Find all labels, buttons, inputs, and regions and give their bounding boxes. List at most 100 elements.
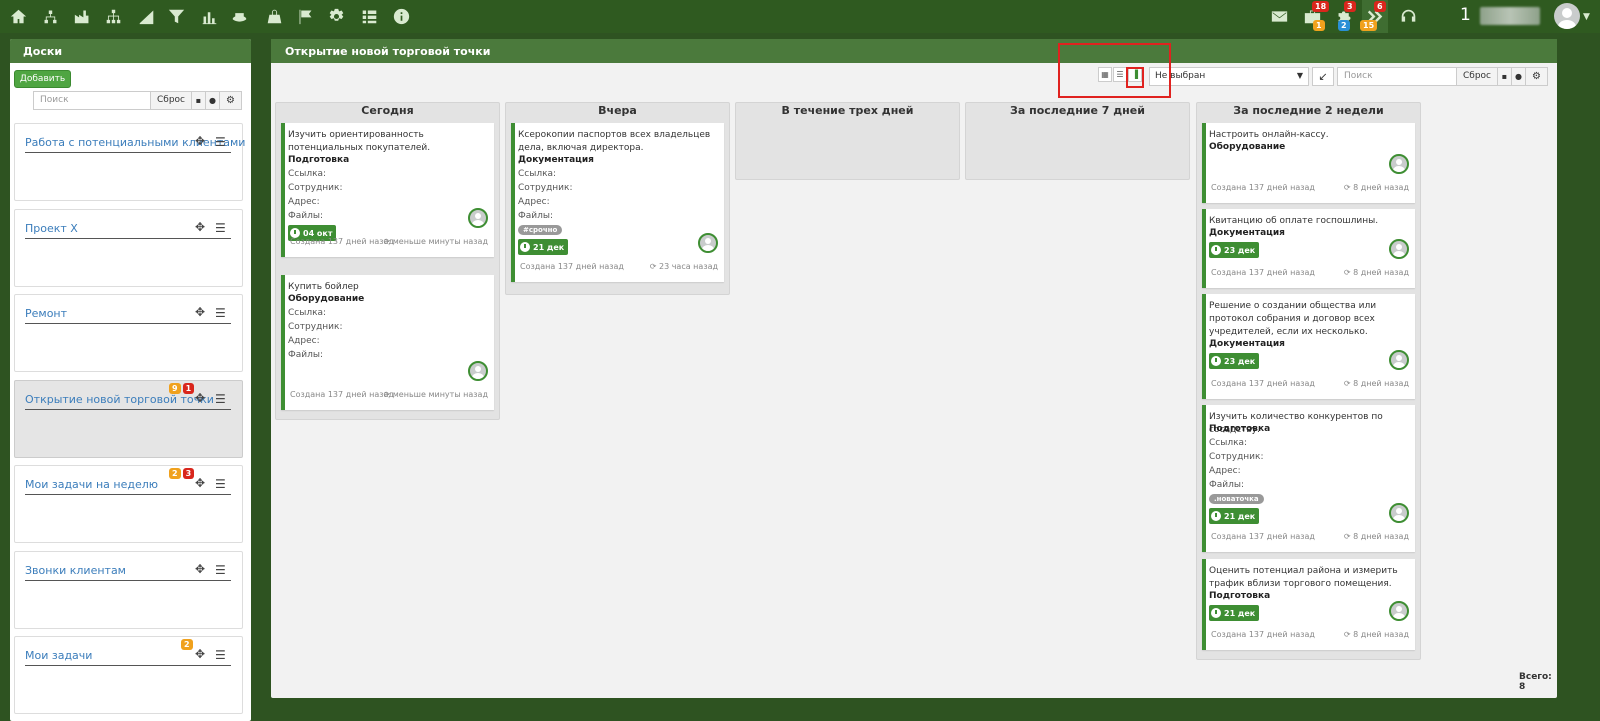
task-card[interactable]: Настроить онлайн-кассу. Оборудование Созда… xyxy=(1202,123,1415,203)
sliders-icon[interactable]: ☰ xyxy=(215,306,226,320)
flag-icon[interactable] xyxy=(295,6,315,26)
arrow-down-left-icon[interactable]: ↙ xyxy=(1312,67,1334,86)
board-card[interactable]: Работа с потенциальными клиентами ✥ ☰ xyxy=(14,123,245,201)
kanban-column: В течение трех дней xyxy=(735,102,960,180)
task-title[interactable]: Квитанцию об оплате госпошлины. xyxy=(1209,215,1409,228)
board-card[interactable]: Мои задачи на неделю ✥ ☰ 2 3 xyxy=(14,465,243,543)
task-field-label: Файлы: xyxy=(1209,480,1245,490)
avatar[interactable] xyxy=(1554,3,1580,29)
task-card[interactable]: Ксерокопии паспортов всех владельцев дел… xyxy=(511,123,724,282)
chevrons-icon[interactable]: 6 15 xyxy=(1360,0,1388,33)
move-icon[interactable]: ✥ xyxy=(195,134,205,148)
updated-time-text: 8 дней назад xyxy=(1353,183,1409,192)
home-icon[interactable] xyxy=(8,6,28,26)
hierarchy-icon[interactable] xyxy=(103,6,123,26)
info-icon[interactable] xyxy=(391,6,411,26)
updated-time: ⟳ 8 дней назад xyxy=(1344,532,1409,541)
task-title[interactable]: Настроить онлайн-кассу. xyxy=(1209,129,1409,142)
user-name-blurred[interactable] xyxy=(1480,7,1540,25)
move-icon[interactable]: ✥ xyxy=(195,647,205,661)
sliders-icon[interactable]: ☰ xyxy=(215,477,226,491)
settings-dropdown-icon[interactable]: ⚙ xyxy=(220,91,243,110)
headset-icon[interactable] xyxy=(1398,6,1418,26)
sliders-icon[interactable]: ☰ xyxy=(215,135,226,149)
add-board-button[interactable]: Добавить xyxy=(14,70,71,88)
due-date-badge[interactable]: 21 дек xyxy=(1209,508,1260,524)
task-title[interactable]: Ксерокопии паспортов всех владельцев дел… xyxy=(518,129,718,155)
board-view: Открытие новой торговой точки ▦ ☰ ▐ Не в… xyxy=(271,39,1557,698)
hat-icon[interactable] xyxy=(229,6,249,26)
task-title[interactable]: Решение о создании общества или протокол… xyxy=(1209,300,1409,339)
database-icon[interactable]: ▪ xyxy=(1498,67,1513,86)
grid-view-icon[interactable]: ▦ xyxy=(1098,67,1112,82)
move-icon[interactable]: ✥ xyxy=(195,391,205,405)
boards-reset-button[interactable]: Сброс xyxy=(151,91,193,110)
assignee-avatar[interactable] xyxy=(1389,350,1409,370)
puzzle-icon[interactable]: 32 xyxy=(1334,1,1356,31)
task-card[interactable]: Купить бойлер Оборудование Ссылка: Сотрудни… xyxy=(281,275,494,410)
due-date-badge[interactable]: 23 дек xyxy=(1209,353,1260,369)
assignee-avatar[interactable] xyxy=(468,361,488,381)
user-select[interactable]: Не выбран ▼ xyxy=(1149,67,1309,86)
board-card[interactable]: Проект X ✥ ☰ xyxy=(14,209,243,287)
move-icon[interactable]: ✥ xyxy=(195,476,205,490)
kanban-view-icon[interactable]: ▐ xyxy=(1128,67,1142,82)
created-time: Создана 137 дней назад xyxy=(1211,532,1315,541)
assignee-avatar[interactable] xyxy=(698,233,718,253)
task-title[interactable]: Купить бойлер xyxy=(288,281,488,294)
due-date-badge[interactable]: 21 дек xyxy=(1209,605,1260,621)
assignee-avatar[interactable] xyxy=(468,208,488,228)
move-icon[interactable]: ✥ xyxy=(195,305,205,319)
mail-icon[interactable] xyxy=(1269,6,1289,26)
bar-chart-icon[interactable] xyxy=(199,6,219,26)
task-card[interactable]: Изучить ориентированность потенциальных … xyxy=(281,123,494,257)
chevron-down-icon[interactable]: ▼ xyxy=(1583,12,1590,22)
chart-area-icon[interactable] xyxy=(136,6,156,26)
board-badge: 9 xyxy=(169,383,181,394)
board-card[interactable]: Звонки клиентам ✥ ☰ xyxy=(14,551,243,629)
briefcase-icon[interactable]: 18 1 xyxy=(1302,1,1330,31)
main-reset-button[interactable]: Сброс xyxy=(1457,67,1499,86)
due-date-badge[interactable]: 21 дек xyxy=(518,239,569,255)
main-search-input[interactable]: Поиск xyxy=(1337,67,1457,86)
sliders-icon[interactable]: ☰ xyxy=(215,648,226,662)
database-icon[interactable]: ▪ xyxy=(192,91,207,110)
task-card[interactable]: Решение о создании общества или протокол… xyxy=(1202,294,1415,399)
sliders-icon[interactable]: ☰ xyxy=(215,221,226,235)
refresh-icon: ⟳ xyxy=(1343,268,1354,277)
list-icon[interactable] xyxy=(359,6,379,26)
assignee-avatar[interactable] xyxy=(1389,239,1409,259)
sitemap-icon[interactable] xyxy=(40,6,60,26)
gear-icon[interactable] xyxy=(326,6,346,26)
task-tag[interactable]: #срочно xyxy=(518,225,563,235)
due-date-badge[interactable]: 23 дек xyxy=(1209,242,1260,258)
task-title[interactable]: Изучить ориентированность потенциальных … xyxy=(288,129,488,155)
task-card[interactable]: Оценить потенциал района и измерить траф… xyxy=(1202,559,1415,650)
task-tag[interactable]: .новаточка xyxy=(1209,494,1264,504)
task-card[interactable]: Изучить количество конкурентов по соседс… xyxy=(1202,405,1415,552)
sliders-icon[interactable]: ☰ xyxy=(215,392,226,406)
filter-icon[interactable] xyxy=(166,6,186,26)
assignee-avatar[interactable] xyxy=(1389,503,1409,523)
bag-icon[interactable] xyxy=(264,6,284,26)
boards-search-input[interactable]: Поиск xyxy=(33,91,151,110)
assignee-avatar[interactable] xyxy=(1389,154,1409,174)
info-icon[interactable]: ● xyxy=(206,91,221,110)
board-card[interactable]: Мои задачи ✥ ☰ 2 xyxy=(14,636,243,714)
board-badges: 91 xyxy=(169,383,195,394)
settings-dropdown-icon[interactable]: ⚙ xyxy=(1526,67,1549,86)
board-card[interactable]: Ремонт ✥ ☰ xyxy=(14,294,243,372)
task-title[interactable]: Оценить потенциал района и измерить траф… xyxy=(1209,565,1409,591)
task-category: Оборудование xyxy=(288,294,365,304)
board-card[interactable]: Открытие новой торговой точки ✥ ☰ 9 1 xyxy=(14,380,243,458)
assignee-avatar[interactable] xyxy=(1389,601,1409,621)
task-card[interactable]: Квитанцию об оплате госпошлины. Документа… xyxy=(1202,209,1415,288)
kanban-column: За последние 2 недели Настроить онлайн-ка… xyxy=(1196,102,1421,660)
move-icon[interactable]: ✥ xyxy=(195,220,205,234)
info-icon[interactable]: ● xyxy=(1512,67,1527,86)
factory-icon[interactable] xyxy=(72,6,92,26)
sliders-icon[interactable]: ☰ xyxy=(215,563,226,577)
list-view-icon[interactable]: ☰ xyxy=(1113,67,1127,82)
task-category: Оборудование xyxy=(1209,142,1286,152)
move-icon[interactable]: ✥ xyxy=(195,562,205,576)
